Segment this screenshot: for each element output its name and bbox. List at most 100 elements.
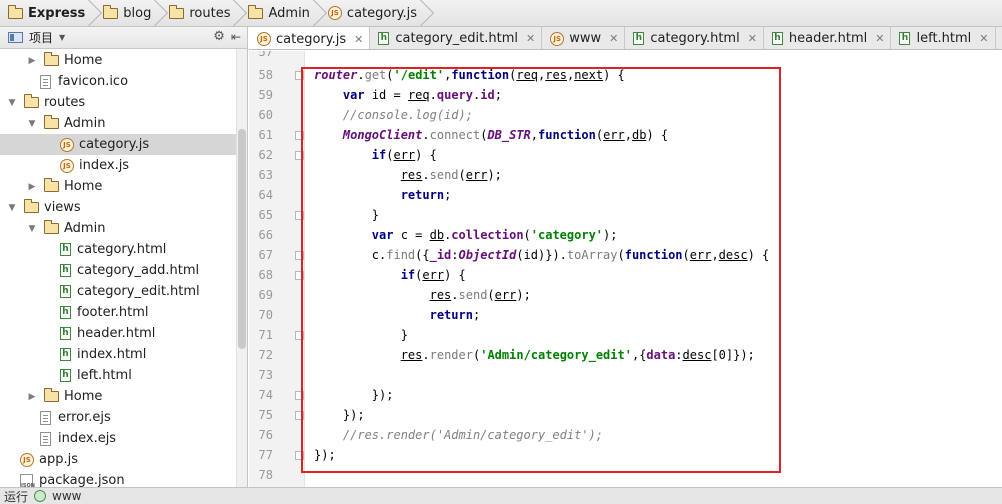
close-icon[interactable]: ✕ bbox=[354, 33, 363, 46]
tree-item[interactable]: ▼ routes bbox=[0, 92, 236, 113]
editor-tab[interactable]: hfooter bbox=[996, 27, 1002, 49]
breadcrumb-item[interactable]: routes bbox=[157, 0, 236, 26]
code-line: c.find({_id:ObjectId(id)}).toArray(funct… bbox=[314, 245, 769, 265]
breadcrumb-item[interactable]: Express bbox=[0, 0, 91, 26]
line-number: 76 bbox=[258, 428, 273, 442]
tree-item-label: header.html bbox=[77, 326, 156, 341]
code-token: '/edit' bbox=[393, 68, 445, 82]
close-icon[interactable]: ✕ bbox=[748, 32, 757, 45]
code-token: render bbox=[429, 348, 473, 362]
fold-marker-icon[interactable] bbox=[295, 131, 304, 140]
tree-item[interactable]: h category_edit.html bbox=[0, 281, 236, 302]
editor-tab[interactable]: h category_edit.html ✕ bbox=[370, 27, 543, 49]
html-file-icon: h bbox=[60, 264, 71, 277]
editor-tab[interactable]: h category.html ✕ bbox=[625, 27, 764, 49]
code-token: collection bbox=[451, 228, 524, 242]
tree-item[interactable]: h index.html bbox=[0, 344, 236, 365]
tree-item[interactable]: h category.html bbox=[0, 239, 236, 260]
close-icon[interactable]: ✕ bbox=[526, 32, 535, 45]
breadcrumb-item[interactable]: blog bbox=[91, 0, 157, 26]
code-token: , bbox=[530, 128, 539, 142]
html-file-icon: h bbox=[60, 369, 71, 382]
tree-item[interactable]: ▶ Home bbox=[0, 50, 236, 71]
code-editor[interactable]: router.get('/edit',function(req,res,next… bbox=[306, 51, 1002, 487]
line-number: 78 bbox=[258, 468, 273, 482]
line-number: 75 bbox=[258, 408, 273, 422]
code-token: . bbox=[422, 128, 430, 142]
folder-icon bbox=[23, 199, 39, 213]
code-line: } bbox=[314, 325, 408, 345]
editor-tab[interactable]: h left.html ✕ bbox=[891, 27, 996, 49]
fold-marker-icon[interactable] bbox=[295, 211, 304, 220]
code-token: ( bbox=[458, 168, 466, 182]
tree-item[interactable]: ▶ Home bbox=[0, 176, 236, 197]
breadcrumb-item[interactable]: JS category.js bbox=[316, 0, 423, 26]
breadcrumb-item[interactable]: Admin bbox=[236, 0, 315, 26]
fold-marker-icon[interactable] bbox=[295, 271, 304, 280]
editor-tab-label: www bbox=[569, 31, 602, 46]
fold-marker-icon[interactable] bbox=[295, 151, 304, 160]
code-token: ( bbox=[386, 68, 394, 82]
fold-marker-icon[interactable] bbox=[295, 251, 304, 260]
tree-item[interactable]: JS category.js bbox=[0, 134, 236, 155]
fold-marker-icon[interactable] bbox=[295, 391, 304, 400]
fold-marker-icon[interactable] bbox=[295, 411, 304, 420]
breadcrumb-label: category.js bbox=[346, 5, 418, 21]
tree-item[interactable]: index.ejs bbox=[0, 428, 236, 449]
code-token: ) { bbox=[747, 248, 770, 262]
editor-tab[interactable]: JS www ✕ bbox=[542, 27, 626, 49]
tree-item-label: views bbox=[44, 200, 81, 215]
project-panel-header[interactable]: 项目 ▼ ⚙ ⇤ bbox=[0, 27, 247, 49]
project-scrollbar-thumb[interactable] bbox=[238, 129, 246, 349]
code-token: res bbox=[545, 68, 567, 82]
tree-item[interactable]: favicon.ico bbox=[0, 71, 236, 92]
editor-tab[interactable]: JS category.js ✕ bbox=[249, 27, 371, 49]
code-token: DB_STR bbox=[487, 128, 531, 142]
tree-item[interactable]: h category_add.html bbox=[0, 260, 236, 281]
hide-panel-icon[interactable]: ⇤ bbox=[231, 30, 241, 44]
expanded-arrow-icon[interactable]: ▼ bbox=[26, 119, 38, 129]
close-icon[interactable]: ✕ bbox=[979, 32, 988, 45]
code-token: send bbox=[458, 288, 488, 302]
gear-icon[interactable]: ⚙ bbox=[213, 29, 225, 44]
close-icon[interactable]: ✕ bbox=[875, 32, 884, 45]
fold-marker-icon[interactable] bbox=[295, 71, 304, 80]
collapsed-arrow-icon[interactable]: ▶ bbox=[26, 182, 38, 192]
run-config-name[interactable]: www bbox=[52, 489, 81, 503]
line-number: 70 bbox=[258, 308, 273, 322]
editor-tab[interactable]: h header.html ✕ bbox=[764, 27, 892, 49]
html-file-icon: h bbox=[771, 32, 783, 45]
tree-item[interactable]: JS app.js bbox=[0, 449, 236, 470]
expanded-arrow-icon[interactable]: ▼ bbox=[6, 203, 18, 213]
breadcrumb-label: Admin bbox=[268, 5, 310, 21]
tree-item[interactable]: ▼ Admin bbox=[0, 113, 236, 134]
tree-item[interactable]: h header.html bbox=[0, 323, 236, 344]
run-label: 运行 bbox=[4, 489, 29, 504]
html-file-icon: h bbox=[899, 32, 911, 45]
tree-item[interactable]: error.ejs bbox=[0, 407, 236, 428]
tree-item[interactable]: ▶ Home bbox=[0, 386, 236, 407]
panel-toolbar: ⚙ ⇤ bbox=[213, 29, 241, 44]
html-file-icon: h bbox=[60, 348, 71, 361]
project-scrollbar[interactable] bbox=[236, 49, 247, 487]
tree-item[interactable]: ▼ views bbox=[0, 197, 236, 218]
code-token: if bbox=[371, 148, 387, 162]
tree-item[interactable]: JS index.js bbox=[0, 155, 236, 176]
collapsed-arrow-icon[interactable]: ▶ bbox=[26, 56, 38, 66]
tree-item[interactable]: ▼ Admin bbox=[0, 218, 236, 239]
fold-marker-icon[interactable] bbox=[295, 331, 304, 340]
js-file-icon: JS bbox=[60, 137, 74, 152]
tree-item[interactable]: h footer.html bbox=[0, 302, 236, 323]
folder-icon bbox=[43, 388, 59, 402]
close-icon[interactable]: ✕ bbox=[609, 32, 618, 45]
expanded-arrow-icon[interactable]: ▼ bbox=[26, 224, 38, 234]
chevron-down-icon[interactable]: ▼ bbox=[59, 33, 65, 42]
code-token: req bbox=[516, 68, 539, 82]
fold-marker-icon[interactable] bbox=[295, 451, 304, 460]
collapsed-arrow-icon[interactable]: ▶ bbox=[26, 392, 38, 402]
tree-item[interactable]: h left.html bbox=[0, 365, 236, 386]
code-token: ( bbox=[617, 248, 625, 262]
tree-item[interactable]: JSON package.json bbox=[0, 470, 236, 487]
expanded-arrow-icon[interactable]: ▼ bbox=[6, 98, 18, 108]
